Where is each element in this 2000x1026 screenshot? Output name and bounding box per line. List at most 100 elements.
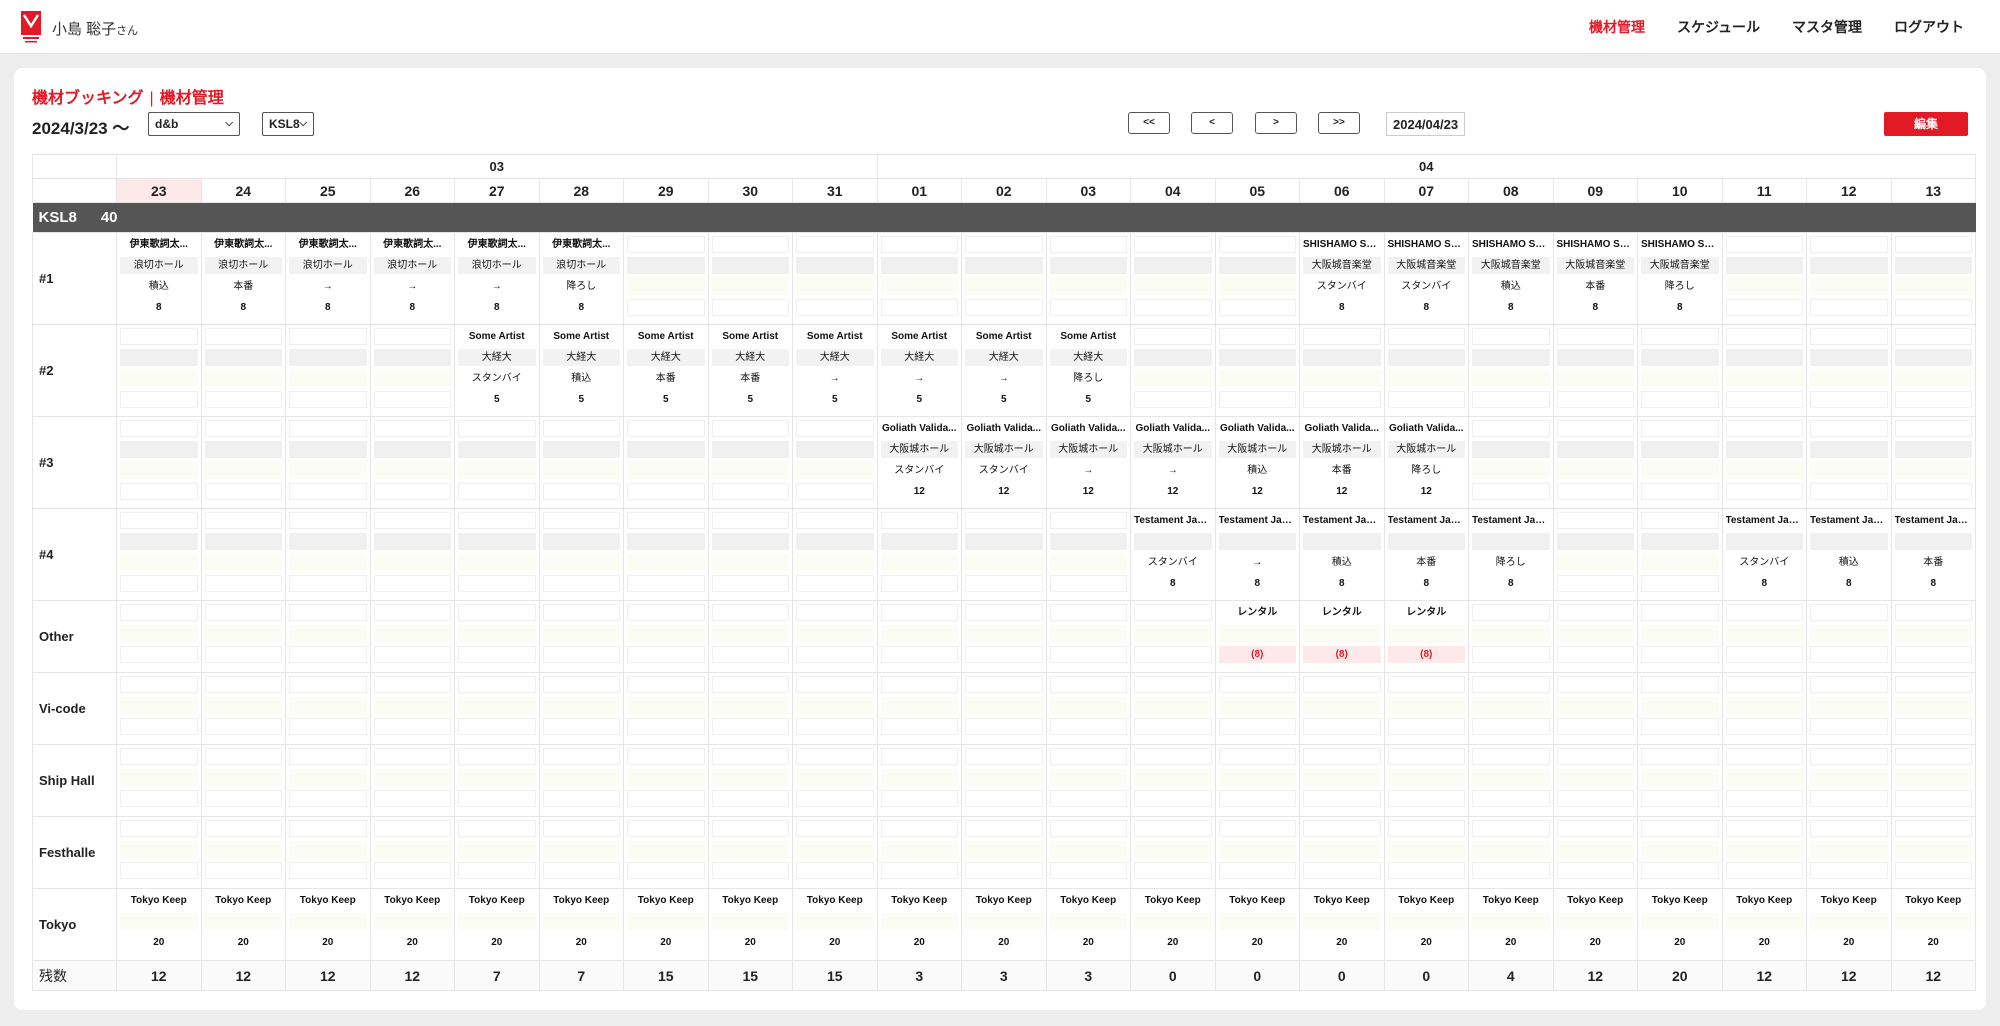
day-label[interactable]: 28 <box>538 178 624 203</box>
booking-cell[interactable]: Some Artist 大経大 → 5 <box>792 324 878 417</box>
booking-cell[interactable] <box>792 816 878 889</box>
day-label[interactable]: 05 <box>1214 178 1300 203</box>
booking-cell[interactable]: Tokyo Keep 20 <box>1637 888 1723 961</box>
booking-cell[interactable] <box>623 672 709 745</box>
booking-cell[interactable] <box>369 324 455 417</box>
booking-cell[interactable]: Tokyo Keep 20 <box>1806 888 1892 961</box>
day-label[interactable]: 11 <box>1721 178 1807 203</box>
booking-cell[interactable] <box>538 600 624 673</box>
booking-cell[interactable] <box>116 744 202 817</box>
booking-cell[interactable]: Tokyo Keep 20 <box>876 888 962 961</box>
nav-equipment[interactable]: 機材管理 <box>1589 17 1645 37</box>
booking-cell[interactable] <box>1468 744 1554 817</box>
booking-cell[interactable]: 伊東歌詞太... 浪切ホール → 8 <box>369 232 455 325</box>
company-logo-icon[interactable] <box>20 10 42 44</box>
booking-cell[interactable] <box>1806 600 1892 673</box>
booking-cell[interactable] <box>1721 600 1807 673</box>
booking-cell[interactable] <box>623 600 709 673</box>
booking-cell[interactable] <box>454 508 540 601</box>
last-page-button[interactable]: >> <box>1318 112 1360 134</box>
booking-cell[interactable] <box>1468 416 1554 509</box>
booking-cell[interactable] <box>1045 600 1131 673</box>
booking-cell[interactable] <box>538 416 624 509</box>
booking-cell[interactable]: 伊東歌詞太... 浪切ホール → 8 <box>454 232 540 325</box>
booking-cell[interactable]: Tokyo Keep 20 <box>1721 888 1807 961</box>
booking-cell[interactable] <box>792 600 878 673</box>
day-label[interactable]: 08 <box>1468 178 1554 203</box>
booking-cell[interactable] <box>1552 816 1638 889</box>
booking-cell[interactable]: Goliath Valida... 大阪城ホール 降ろし 12 <box>1383 416 1469 509</box>
next-page-button[interactable]: > <box>1255 112 1297 134</box>
booking-cell[interactable] <box>1806 744 1892 817</box>
booking-cell[interactable] <box>623 232 709 325</box>
booking-cell[interactable]: レンタル (8) <box>1299 600 1385 673</box>
booking-cell[interactable] <box>1214 816 1300 889</box>
booking-cell[interactable] <box>285 416 371 509</box>
prev-page-button[interactable]: < <box>1191 112 1233 134</box>
day-label[interactable]: 03 <box>1045 178 1131 203</box>
booking-cell[interactable] <box>1806 324 1892 417</box>
booking-cell[interactable] <box>538 816 624 889</box>
booking-cell[interactable] <box>1468 324 1554 417</box>
day-label[interactable]: 27 <box>454 178 540 203</box>
booking-cell[interactable] <box>961 508 1047 601</box>
booking-cell[interactable]: 伊東歌詞太... 浪切ホール 本番 8 <box>200 232 286 325</box>
booking-cell[interactable]: Goliath Valida... 大阪城ホール 本番 12 <box>1299 416 1385 509</box>
day-label[interactable]: 12 <box>1806 178 1892 203</box>
booking-cell[interactable] <box>876 508 962 601</box>
booking-cell[interactable] <box>792 672 878 745</box>
booking-cell[interactable] <box>1721 324 1807 417</box>
booking-cell[interactable] <box>1890 672 1977 745</box>
booking-cell[interactable] <box>1721 416 1807 509</box>
booking-cell[interactable] <box>707 816 793 889</box>
booking-cell[interactable]: Testament Jap... → 8 <box>1214 508 1300 601</box>
booking-cell[interactable]: Tokyo Keep 20 <box>1214 888 1300 961</box>
booking-cell[interactable]: Goliath Valida... 大阪城ホール → 12 <box>1045 416 1131 509</box>
booking-cell[interactable] <box>623 744 709 817</box>
booking-cell[interactable] <box>1214 232 1300 325</box>
booking-cell[interactable]: Testament Jap... スタンバイ 8 <box>1130 508 1216 601</box>
booking-cell[interactable] <box>1130 816 1216 889</box>
booking-cell[interactable]: Tokyo Keep 20 <box>707 888 793 961</box>
booking-cell[interactable] <box>200 324 286 417</box>
booking-cell[interactable]: 伊東歌詞太... 浪切ホール 降ろし 8 <box>538 232 624 325</box>
booking-cell[interactable]: Tokyo Keep 20 <box>792 888 878 961</box>
booking-cell[interactable] <box>1806 816 1892 889</box>
booking-cell[interactable] <box>1721 744 1807 817</box>
booking-cell[interactable] <box>116 600 202 673</box>
booking-cell[interactable]: Tokyo Keep 20 <box>116 888 202 961</box>
booking-cell[interactable]: Some Artist 大経大 → 5 <box>876 324 962 417</box>
booking-cell[interactable]: Tokyo Keep 20 <box>1045 888 1131 961</box>
booking-cell[interactable] <box>285 324 371 417</box>
booking-cell[interactable] <box>1468 816 1554 889</box>
booking-cell[interactable] <box>623 416 709 509</box>
booking-cell[interactable]: Tokyo Keep 20 <box>1890 888 1977 961</box>
booking-cell[interactable]: SHISHAMO SH... 大阪城音楽堂 スタンバイ 8 <box>1299 232 1385 325</box>
booking-cell[interactable] <box>1890 744 1977 817</box>
booking-cell[interactable] <box>1890 324 1977 417</box>
booking-cell[interactable]: Testament Jap... 積込 8 <box>1806 508 1892 601</box>
booking-cell[interactable] <box>200 672 286 745</box>
booking-cell[interactable] <box>876 672 962 745</box>
booking-cell[interactable]: Testament Jap... 本番 8 <box>1890 508 1977 601</box>
booking-cell[interactable] <box>1637 600 1723 673</box>
booking-cell[interactable] <box>1637 324 1723 417</box>
booking-cell[interactable]: レンタル (8) <box>1383 600 1469 673</box>
booking-cell[interactable]: Tokyo Keep 20 <box>538 888 624 961</box>
day-label[interactable]: 06 <box>1299 178 1385 203</box>
booking-cell[interactable]: Tokyo Keep 20 <box>285 888 371 961</box>
booking-cell[interactable] <box>200 416 286 509</box>
booking-cell[interactable] <box>623 816 709 889</box>
booking-cell[interactable]: 伊東歌詞太... 浪切ホール → 8 <box>285 232 371 325</box>
booking-cell[interactable] <box>1299 672 1385 745</box>
booking-cell[interactable]: Testament Jap... 本番 8 <box>1383 508 1469 601</box>
day-label[interactable]: 13 <box>1890 178 1977 203</box>
booking-cell[interactable]: レンタル (8) <box>1214 600 1300 673</box>
booking-cell[interactable] <box>1637 744 1723 817</box>
booking-cell[interactable] <box>1468 672 1554 745</box>
booking-cell[interactable]: Tokyo Keep 20 <box>1552 888 1638 961</box>
booking-cell[interactable] <box>1890 416 1977 509</box>
booking-cell[interactable] <box>1383 816 1469 889</box>
breadcrumb-booking[interactable]: 機材ブッキング <box>32 90 144 107</box>
booking-cell[interactable]: SHISHAMO SH... 大阪城音楽堂 スタンバイ 8 <box>1383 232 1469 325</box>
